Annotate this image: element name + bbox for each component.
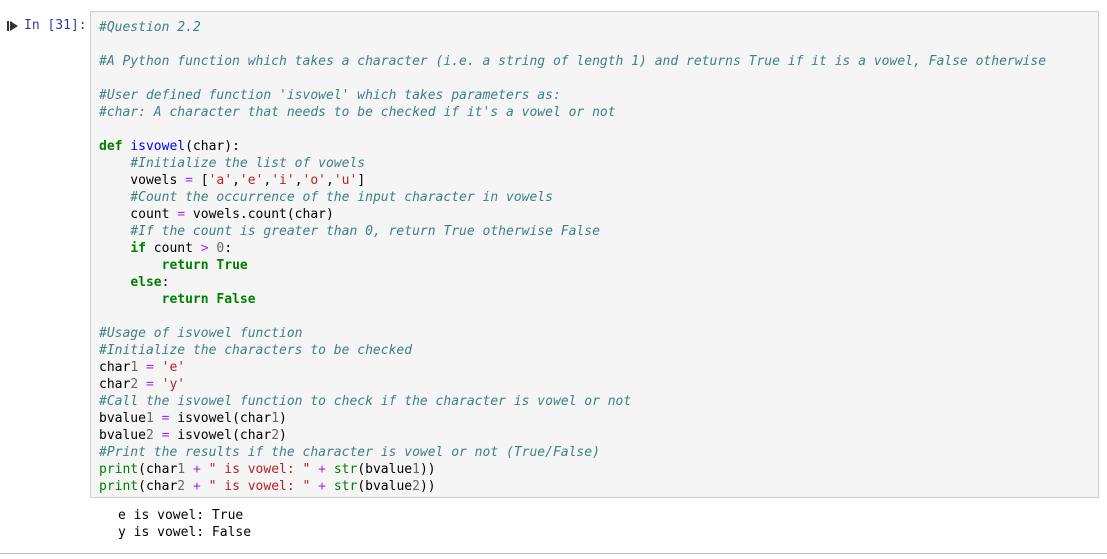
code-line: #If the count is greater than 0, return … [130,224,600,239]
code-line: #Initialize the characters to be checked [99,343,413,358]
code-editor[interactable]: #Question 2.2 #A Python function which t… [99,19,1046,495]
code-line: return True [161,258,248,273]
prompt-label: In [31]: [24,18,87,33]
code-line: #Call the isvowel function to check if t… [99,394,632,409]
code-line: #Question 2.2 [99,20,201,35]
run-cell-icon[interactable] [6,19,20,33]
code-line: return False [161,292,256,307]
next-cell[interactable] [0,553,1107,559]
code-line: print(char1 + " is vowel: " + str(bvalue… [99,462,436,477]
code-line: def isvowel(char): [99,139,240,154]
code-line: bvalue2 = isvowel(char2) [99,428,287,443]
code-line: vowels = ['a','e','i','o','u'] [99,173,366,188]
code-line: count = vowels.count(char) [99,207,334,222]
code-line: char1 = 'e' [99,360,186,375]
code-line: #Usage of isvowel function [99,326,303,341]
output-line: e is vowel: True [118,508,244,523]
input-prompt: In [31]: [6,18,87,33]
cell-output: e is vowel: True y is vowel: False [118,507,251,541]
code-line: #char: A character that needs to be chec… [99,105,616,120]
code-line: #User defined function 'isvowel' which t… [99,88,561,103]
code-line: #Print the results if the character is v… [99,445,600,460]
code-line: #Initialize the list of vowels [130,156,366,171]
code-line: bvalue1 = isvowel(char1) [99,411,287,426]
code-line: #Count the occurrence of the input chara… [130,190,553,205]
code-line: if count > 0: [130,241,233,256]
output-line: y is vowel: False [118,525,252,540]
code-cell-input[interactable]: #Question 2.2 #A Python function which t… [90,11,1099,498]
code-line: #A Python function which takes a charact… [99,54,1047,69]
code-line: char2 = 'y' [99,377,186,392]
code-line: else: [130,275,170,290]
code-line: print(char2 + " is vowel: " + str(bvalue… [99,479,436,494]
